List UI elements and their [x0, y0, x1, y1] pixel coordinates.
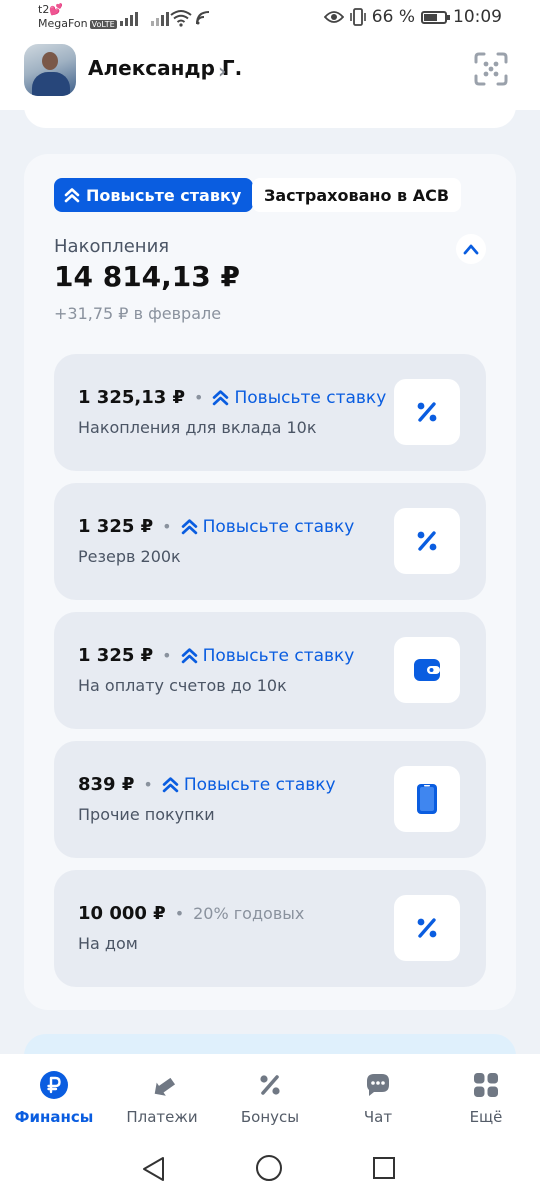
- account-rate: 20% годовых: [193, 904, 305, 923]
- clock: 10:09: [453, 7, 502, 27]
- nav-item-payments[interactable]: Платежи: [108, 1054, 216, 1140]
- account-name: На оплату счетов до 10к: [78, 676, 287, 695]
- wifi-icon: [170, 10, 192, 27]
- nav-item-bonuses[interactable]: Бонусы: [216, 1054, 324, 1140]
- account-row[interactable]: 1 325 ₽ • Повысьте ставку Резерв 200к: [54, 483, 486, 600]
- savings-total: 14 814,13 ₽: [54, 260, 240, 293]
- boost-rate-link[interactable]: Повысьте ставку: [181, 516, 355, 537]
- boost-rate-link[interactable]: Повысьте ставку: [181, 645, 355, 666]
- double-chevron-up-icon: [181, 519, 197, 535]
- percent-icon: [417, 918, 437, 938]
- nav-label: Чат: [363, 1108, 393, 1126]
- nav-item-more[interactable]: Ещё: [432, 1054, 540, 1140]
- percent-icon: [255, 1070, 285, 1100]
- nav-label: Ещё: [469, 1108, 503, 1126]
- separator-dot: •: [162, 517, 172, 536]
- separator-dot: •: [174, 904, 185, 923]
- double-chevron-up-icon: [213, 390, 229, 406]
- account-name: Резерв 200к: [78, 547, 181, 566]
- account-icon-tile: [394, 637, 460, 703]
- account-icon-tile: [394, 508, 460, 574]
- account-amount: 839 ₽: [78, 774, 135, 795]
- nav-item-finances[interactable]: Финансы: [0, 1054, 108, 1140]
- back-icon[interactable]: [141, 1156, 167, 1182]
- signal-icon: [120, 10, 138, 26]
- recent-apps-icon[interactable]: [373, 1157, 395, 1179]
- battery-icon: [421, 10, 450, 24]
- boost-rate-link[interactable]: Повысьте ставку: [212, 388, 386, 408]
- nav-label: Платежи: [126, 1108, 198, 1126]
- double-chevron-up-icon: [64, 188, 80, 203]
- carrier-info: t2💕 MegaFon VoLTE: [38, 3, 117, 32]
- account-icon-tile: [394, 895, 460, 961]
- savings-card: Повысьте ставку Застраховано в АСВ Накоп…: [24, 154, 516, 1010]
- boost-link-label: Повысьте ставку: [234, 387, 387, 408]
- account-name: Прочие покупки: [78, 805, 215, 824]
- savings-change: +31,75 ₽ в феврале: [54, 304, 222, 323]
- nav-item-chat[interactable]: Чат: [324, 1054, 432, 1140]
- account-row[interactable]: 1 325,13 ₽ • Повысьте ставку Накопления …: [54, 354, 486, 471]
- boost-rate-link[interactable]: Повысьте ставку: [162, 775, 336, 795]
- percent-icon: [417, 402, 437, 422]
- transfer-arrows-icon: [147, 1070, 177, 1100]
- account-amount: 1 325 ₽: [78, 516, 154, 537]
- avatar[interactable]: [24, 44, 76, 96]
- percent-icon: [417, 531, 437, 551]
- phone-icon: [417, 784, 437, 814]
- chat-icon: [363, 1070, 393, 1100]
- account-name: Накопления для вклада 10к: [78, 418, 317, 437]
- account-icon-tile: [394, 379, 460, 445]
- nav-label: Финансы: [14, 1108, 94, 1126]
- system-nav-bar: [0, 1140, 540, 1200]
- carrier-name: MegaFon: [38, 17, 88, 30]
- separator-dot: •: [162, 646, 172, 665]
- eye-icon: [323, 11, 344, 23]
- account-name: На дом: [78, 934, 138, 953]
- bottom-nav: Финансы Платежи Бонусы Чат Ещё: [0, 1054, 540, 1140]
- insured-chip[interactable]: Застраховано в АСВ: [252, 178, 462, 212]
- separator-dot: •: [194, 388, 204, 407]
- volte-badge: VoLTE: [89, 20, 117, 29]
- account-row[interactable]: 839 ₽ • Повысьте ставку Прочие покупки: [54, 741, 486, 858]
- account-amount: 1 325 ₽: [78, 645, 154, 666]
- account-icon-tile: [394, 766, 460, 832]
- nav-label: Бонусы: [240, 1108, 300, 1126]
- double-chevron-up-icon: [181, 648, 197, 664]
- boost-rate-chip[interactable]: Повысьте ставку: [54, 178, 254, 212]
- qr-scan-icon[interactable]: [474, 52, 508, 86]
- ruble-icon: [39, 1070, 69, 1100]
- carrier-top: t2💕: [38, 3, 64, 16]
- double-chevron-up-icon: [162, 777, 179, 793]
- account-amount: 10 000 ₽: [78, 903, 166, 924]
- vibrate-icon: [349, 8, 366, 26]
- collapse-button[interactable]: [456, 234, 486, 264]
- insured-chip-label: Застраховано в АСВ: [264, 185, 450, 205]
- status-right: 66 % 10:09: [323, 7, 502, 27]
- boost-chip-label: Повысьте ставку: [86, 185, 242, 205]
- boost-link-label: Повысьте ставку: [183, 774, 336, 795]
- boost-link-label: Повысьте ставку: [202, 645, 355, 666]
- account-row[interactable]: 1 325 ₽ • Повысьте ставку На оплату счет…: [54, 612, 486, 729]
- chevron-up-icon: [463, 244, 479, 255]
- signal-icon: [151, 10, 169, 26]
- boost-link-label: Повысьте ставку: [202, 516, 355, 537]
- savings-label: Накопления: [54, 236, 170, 257]
- wallet-icon: [414, 659, 440, 681]
- data-activity-icon: [196, 11, 210, 25]
- chevron-right-icon[interactable]: ›: [218, 59, 226, 83]
- account-row[interactable]: 10 000 ₽ • 20% годовых На дом: [54, 870, 486, 987]
- account-amount: 1 325,13 ₽: [78, 387, 186, 408]
- home-icon[interactable]: [256, 1155, 282, 1181]
- grid-icon: [471, 1070, 501, 1100]
- previous-card-bottom: [24, 98, 516, 128]
- separator-dot: •: [143, 775, 153, 794]
- status-bar: t2💕 MegaFon VoLTE 66 % 10:09: [0, 0, 540, 38]
- battery-percent: 66 %: [371, 7, 415, 27]
